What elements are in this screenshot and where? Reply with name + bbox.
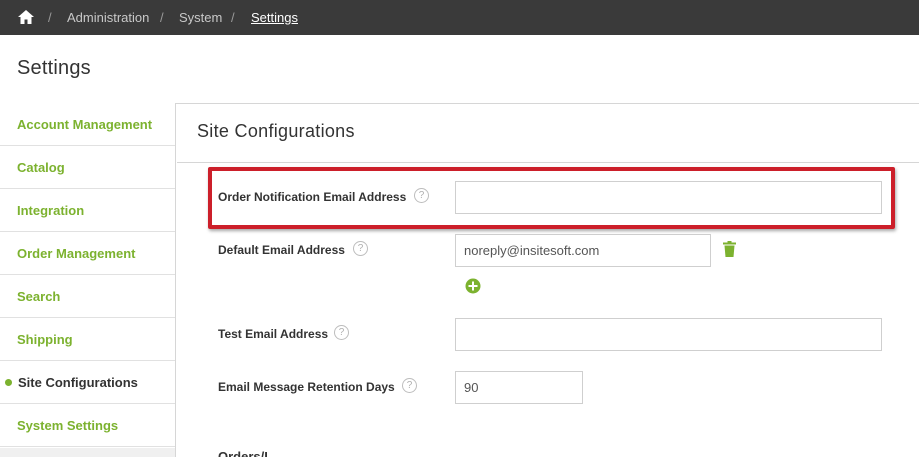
help-circle-icon[interactable]: ? [402, 378, 417, 393]
breadcrumb-separator: / [160, 10, 164, 25]
default-email-input[interactable] [455, 234, 711, 267]
breadcrumb-system[interactable]: System [179, 10, 222, 25]
default-email-label: Default Email Address [218, 243, 345, 257]
sidebar-item-label: Search [17, 289, 61, 304]
help-circle-icon[interactable]: ? [353, 241, 368, 256]
sidebar-item-label: Shipping [17, 332, 73, 347]
sidebar-item-site-configurations[interactable]: Site Configurations [0, 361, 175, 404]
sidebar-item-system-settings[interactable]: System Settings [0, 404, 175, 447]
test-email-label: Test Email Address [218, 327, 329, 341]
sidebar-item-label: Order Management [17, 246, 136, 261]
breadcrumb-administration[interactable]: Administration [67, 10, 149, 25]
test-email-input[interactable] [455, 318, 882, 351]
sidebar-item-label: System Settings [17, 418, 119, 433]
breadcrumb-separator: / [48, 10, 52, 25]
section-title: Site Configurations [197, 121, 355, 141]
sidebar-item-shipping[interactable]: Shipping [0, 318, 175, 361]
sidebar-item-integration[interactable]: Integration [0, 189, 175, 232]
retention-days-label: Email Message Retention Days [218, 380, 395, 394]
settings-sidebar: Account Management Catalog Integration O… [0, 103, 176, 457]
sidebar-item-order-management[interactable]: Order Management [0, 232, 175, 275]
help-circle-icon[interactable]: ? [414, 188, 429, 203]
home-icon[interactable] [17, 9, 35, 25]
breadcrumb-separator: / [231, 10, 235, 25]
sidebar-item-label: Catalog [17, 160, 65, 175]
sidebar-item-account-management[interactable]: Account Management [0, 103, 175, 146]
order-notification-email-label: Order Notification Email Address [218, 190, 407, 204]
trash-icon[interactable] [723, 241, 736, 257]
plus-circle-icon[interactable] [465, 278, 481, 294]
breadcrumb-settings[interactable]: Settings [251, 10, 298, 25]
sidebar-item-label: Account Management [17, 117, 153, 132]
sidebar-item-label: Integration [17, 203, 85, 218]
section-divider [177, 162, 919, 163]
help-circle-icon[interactable]: ? [334, 325, 349, 340]
order-notification-email-input[interactable] [455, 181, 882, 214]
next-section-heading: Orders/I [218, 449, 268, 457]
sidebar-item-catalog[interactable]: Catalog [0, 146, 175, 189]
sidebar-item-search[interactable]: Search [0, 275, 175, 318]
sidebar-item-label: Site Configurations [18, 375, 138, 390]
page-title: Settings [17, 57, 91, 79]
top-navigation-bar: / Administration / System / Settings [0, 0, 919, 35]
sidebar-footer-area [0, 448, 176, 457]
retention-days-input[interactable] [455, 371, 583, 404]
active-indicator-dot [5, 379, 12, 386]
